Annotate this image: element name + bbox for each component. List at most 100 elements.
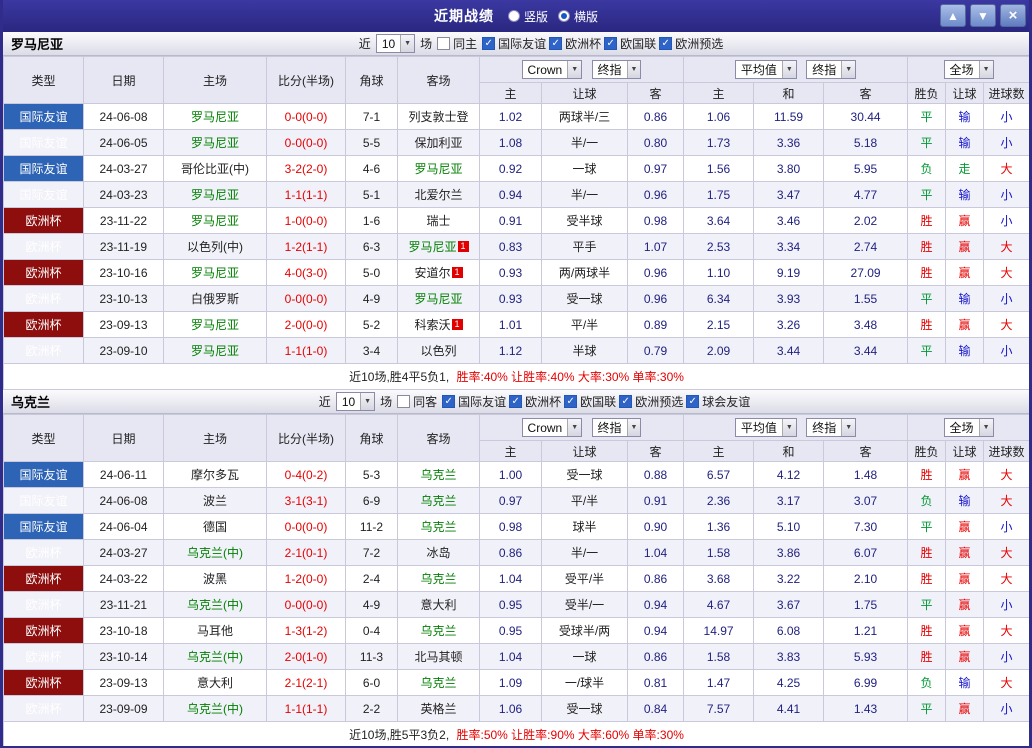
handicap-home-odds: 0.91 (479, 207, 542, 234)
section-ukraine: 乌克兰 近 10 ▼ 场 同客 ✓ 国际友谊 ✓ 欧洲杯 ✓ 欧国联 ✓ 欧洲预选 ✓ 球会友谊 (3, 390, 1029, 746)
recent-count-select[interactable]: 10 ▼ (335, 392, 376, 411)
avg-draw-odds: 3.44 (753, 337, 825, 364)
league-filter-checkbox[interactable]: ✓ 欧洲预选 (619, 393, 683, 410)
team-name: 乌克兰(中) (187, 598, 243, 612)
match-score: 1-2(1-1) (266, 233, 346, 260)
subcol-avg-home: 主 (683, 82, 755, 104)
league-filter-checkbox[interactable]: ✓ 欧洲杯 (549, 35, 601, 52)
match-score: 2-1(2-1) (266, 669, 346, 696)
match-score: 0-0(0-0) (266, 129, 346, 156)
bookmaker-value: Crown (527, 420, 563, 435)
same-venue-checkbox[interactable]: 同主 (437, 35, 477, 52)
col-home: 主场 (163, 414, 267, 462)
handicap-home-odds: 1.06 (479, 695, 542, 722)
league-filter-checkbox[interactable]: ✓ 欧洲预选 (659, 35, 723, 52)
result-goals: 小 (983, 337, 1029, 364)
match-row: 国际友谊 24-06-05 罗马尼亚 0-0(0-0) 5-5 保加利亚 1.08 半/一 0.… (3, 129, 1029, 156)
average-select[interactable]: 平均值 ▼ (734, 418, 797, 437)
avg-away-odds: 27.09 (823, 259, 909, 286)
bookmaker-select[interactable]: Crown ▼ (521, 60, 583, 80)
team-name: 意大利 (196, 676, 233, 690)
final-odds-select[interactable]: 终指 ▼ (806, 60, 857, 79)
handicap-home-odds: 0.93 (479, 259, 542, 286)
avg-home-odds: 3.68 (683, 565, 755, 592)
layout-horizontal-radio[interactable]: 横版 (558, 8, 598, 25)
match-date: 24-06-11 (83, 461, 164, 488)
home-team: 哥伦比亚(中) (163, 155, 267, 182)
chevron-down-icon: ▼ (360, 393, 375, 410)
checkbox-checked-icon: ✓ (686, 395, 700, 408)
avg-away-odds: 1.21 (823, 617, 909, 644)
full-match-select[interactable]: 全场 ▼ (943, 60, 994, 79)
result-goals: 小 (983, 695, 1029, 722)
close-button[interactable]: × (1000, 4, 1026, 27)
team-name: 瑞士 (426, 214, 451, 228)
away-team: 北马其顿 (397, 643, 480, 670)
corner-score: 7-2 (345, 539, 398, 566)
home-team: 乌克兰(中) (163, 539, 267, 566)
final-odds-select[interactable]: 终指 ▼ (591, 417, 642, 437)
league-filter-checkbox[interactable]: ✓ 欧国联 (604, 35, 656, 52)
away-team: 罗马尼亚 1 (397, 233, 480, 260)
handicap-away-odds: 0.81 (626, 669, 685, 696)
handicap-home-odds: 1.09 (479, 669, 542, 696)
away-team: 乌克兰 (397, 669, 480, 696)
fullmatch-group-header: 全场 ▼ (907, 414, 1029, 441)
col-score: 比分(半场) (266, 56, 346, 104)
corner-score: 2-2 (345, 695, 398, 722)
filter-bar: 近 10 ▼ 场 同主 ✓ 国际友谊 ✓ 欧洲杯 ✓ 欧国联 ✓ 欧洲预选 (63, 34, 1021, 53)
match-score: 2-0(0-0) (266, 311, 346, 338)
avg-away-odds: 3.44 (823, 337, 909, 364)
result-handicap: 赢 (945, 513, 985, 540)
checkbox-label: 欧国联 (580, 395, 617, 409)
league-type-cell: 欧洲杯 (3, 285, 84, 312)
handicap-line: 半球 (541, 337, 628, 364)
result-goals: 小 (983, 285, 1029, 312)
avg-home-odds: 1.58 (683, 643, 755, 670)
scroll-up-button[interactable]: ▲ (940, 4, 966, 27)
avg-away-odds: 3.48 (823, 311, 909, 338)
bookmaker-group-header: Crown ▼ 终指 ▼ (478, 56, 685, 83)
final-odds-select[interactable]: 终指 ▼ (806, 418, 857, 437)
league-filter-checkbox[interactable]: ✓ 欧国联 (564, 393, 616, 410)
avg-away-odds: 5.18 (823, 129, 909, 156)
league-filter-checkbox[interactable]: ✓ 球会友谊 (686, 393, 750, 410)
checkbox-checked-icon: ✓ (482, 37, 496, 50)
result-goals: 小 (983, 207, 1029, 234)
layout-vertical-radio[interactable]: 竖版 (507, 8, 548, 25)
full-match-select[interactable]: 全场 ▼ (943, 418, 994, 437)
handicap-home-odds: 1.01 (479, 311, 542, 338)
bookmaker-select[interactable]: Crown ▼ (521, 418, 583, 438)
team-name: 罗马尼亚 (408, 240, 457, 254)
red-card-badge: 1 (457, 241, 469, 252)
league-filter-checkbox[interactable]: ✓ 国际友谊 (442, 393, 506, 410)
match-date: 23-10-14 (83, 643, 164, 670)
match-score: 1-1(1-0) (266, 337, 346, 364)
games-label: 场 (420, 37, 433, 51)
away-team: 瑞士 (397, 207, 480, 234)
recent-count-select[interactable]: 10 ▼ (375, 34, 416, 53)
result-outcome: 平 (907, 513, 947, 540)
handicap-away-odds: 0.89 (626, 311, 685, 338)
league-type-cell: 欧洲杯 (3, 591, 84, 618)
team-name: 乌克兰(中) (187, 650, 243, 664)
same-venue-checkbox[interactable]: 同客 (397, 393, 437, 410)
avg-draw-odds: 3.46 (753, 207, 825, 234)
match-row: 欧洲杯 23-09-13 意大利 2-1(2-1) 6-0 乌克兰 1.09 一/球半 0.81… (3, 669, 1029, 696)
result-goals: 大 (983, 259, 1029, 286)
subcol-outcome: 胜负 (907, 440, 947, 462)
average-select[interactable]: 平均值 ▼ (734, 60, 797, 79)
home-team: 白俄罗斯 (163, 285, 267, 312)
checkbox-icon (437, 37, 451, 50)
league-filter-checkbox[interactable]: ✓ 国际友谊 (482, 35, 546, 52)
match-score: 1-3(1-2) (266, 617, 346, 644)
team-name: 罗马尼亚 (190, 344, 239, 358)
scroll-down-button[interactable]: ▼ (970, 4, 996, 27)
subcol-handicap-result: 让球 (945, 82, 985, 104)
league-filter-checkbox[interactable]: ✓ 欧洲杯 (509, 393, 561, 410)
corner-score: 7-1 (345, 103, 398, 130)
handicap-line: 平手 (541, 233, 628, 260)
handicap-away-odds: 0.96 (626, 259, 685, 286)
final-odds-select[interactable]: 终指 ▼ (591, 59, 642, 79)
team-name: 以色列 (420, 344, 457, 358)
